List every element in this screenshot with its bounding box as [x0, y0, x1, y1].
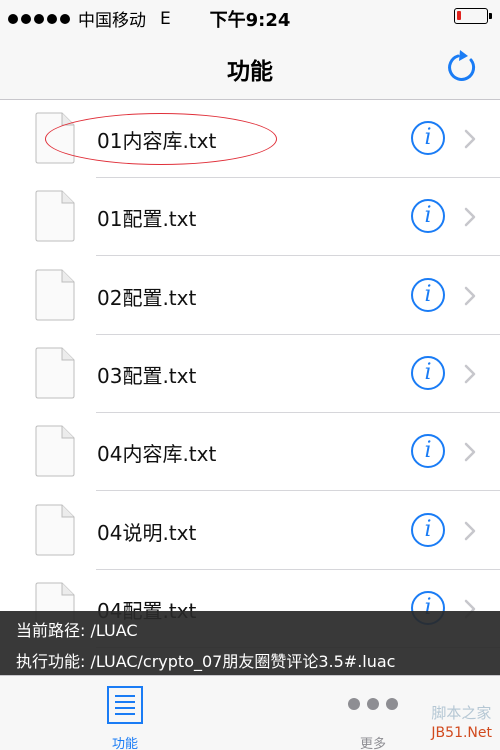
chevron-right-icon [464, 129, 476, 149]
file-row[interactable]: 04内容库.txt i [0, 413, 500, 492]
document-icon [35, 269, 75, 321]
file-name: 04内容库.txt [97, 442, 217, 467]
info-icon[interactable]: i [411, 355, 445, 390]
file-row[interactable]: 01配置.txt i [0, 178, 500, 257]
document-icon [35, 190, 75, 242]
watermark-site: JB51.Net [431, 725, 492, 741]
tab-more-label: 更多 [360, 737, 387, 750]
file-row[interactable]: 04说明.txt i [0, 492, 500, 570]
chevron-right-icon [464, 442, 476, 462]
file-name: 03配置.txt [97, 363, 197, 388]
refresh-icon[interactable] [444, 48, 480, 84]
info-icon[interactable]: i [411, 434, 445, 469]
info-icon[interactable]: i [411, 277, 445, 312]
document-icon [35, 112, 75, 164]
status-time: 下午9:24 [209, 10, 291, 31]
battery-level [457, 11, 461, 20]
chevron-right-icon [464, 521, 476, 540]
exec-function: 执行功能: /LUAC/crypto_07朋友圈赞评论3.5#.luac [16, 652, 396, 671]
navigation-bar: 功能 [0, 34, 500, 100]
file-name: 01配置.txt [97, 207, 197, 232]
tab-function[interactable]: 功能 [95, 676, 155, 750]
current-path: 当前路径: /LUAC [16, 621, 138, 640]
file-name: 01内容库.txt [97, 129, 217, 153]
info-icon[interactable]: i [411, 199, 445, 234]
watermark: 脚本之家 JB51.Net [431, 702, 492, 741]
status-bar: 中国移动 E 下午9:24 [0, 0, 500, 34]
chevron-right-icon [464, 286, 476, 305]
info-bar: 当前路径: /LUAC 执行功能: /LUAC/crypto_07朋友圈赞评论3… [0, 611, 500, 675]
file-name: 02配置.txt [97, 285, 197, 310]
battery-icon [454, 8, 492, 24]
tab-function-label: 功能 [111, 737, 138, 750]
info-icon[interactable]: i [411, 512, 445, 547]
chevron-right-icon [464, 364, 476, 384]
document-icon [35, 347, 75, 399]
list-icon [107, 686, 143, 724]
file-row[interactable]: 01内容库.txt i [0, 100, 500, 178]
document-icon [35, 425, 75, 477]
tab-bar: 功能 更多 [0, 675, 500, 750]
file-row[interactable]: 02配置.txt i [0, 257, 500, 335]
tab-more[interactable]: 更多 [340, 676, 410, 750]
more-dots-icon [348, 698, 398, 710]
file-row[interactable]: 03配置.txt i [0, 335, 500, 413]
chevron-right-icon [464, 208, 476, 227]
document-icon [35, 504, 75, 555]
page-title: 功能 [227, 59, 273, 85]
info-icon[interactable]: i [411, 121, 445, 155]
watermark-text: 脚本之家 [431, 704, 492, 722]
file-name: 04说明.txt [97, 520, 197, 545]
